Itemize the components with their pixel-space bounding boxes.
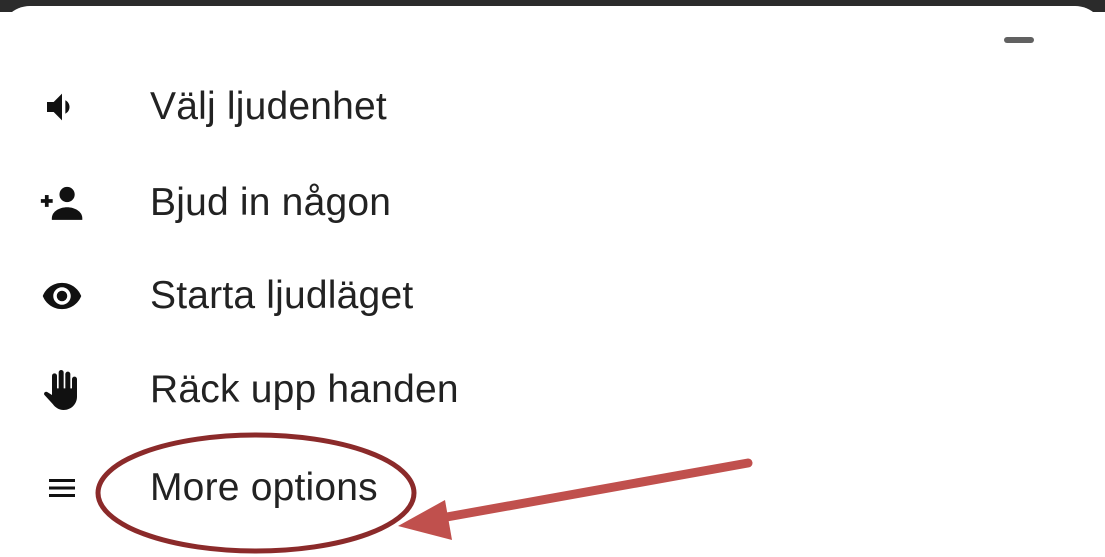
menu-lines-icon xyxy=(40,466,84,510)
menu-item-label: More options xyxy=(150,466,378,509)
menu-item-label: Räck upp handen xyxy=(150,368,459,411)
menu-item-label: Bjud in någon xyxy=(150,181,392,224)
menu-item-raise-hand[interactable]: Räck upp handen xyxy=(0,345,1105,435)
menu-item-invite[interactable]: Bjud in någon xyxy=(0,158,1105,248)
menu-item-label: Starta ljudläget xyxy=(150,274,414,317)
menu-item-audio-device[interactable]: Välj ljudenhet xyxy=(0,62,1105,152)
screenshot-frame: Välj ljudenhet Bjud in någon Starta ljud… xyxy=(0,0,1105,557)
menu-item-audio-mode[interactable]: Starta ljudläget xyxy=(0,251,1105,341)
drag-handle[interactable] xyxy=(1004,37,1034,43)
speaker-icon xyxy=(40,85,84,129)
menu-item-more-options[interactable]: More options xyxy=(0,443,1105,533)
eye-icon xyxy=(40,274,84,318)
menu-item-label: Välj ljudenhet xyxy=(150,85,387,128)
add-person-icon xyxy=(40,181,84,225)
raised-hand-icon xyxy=(40,368,84,412)
